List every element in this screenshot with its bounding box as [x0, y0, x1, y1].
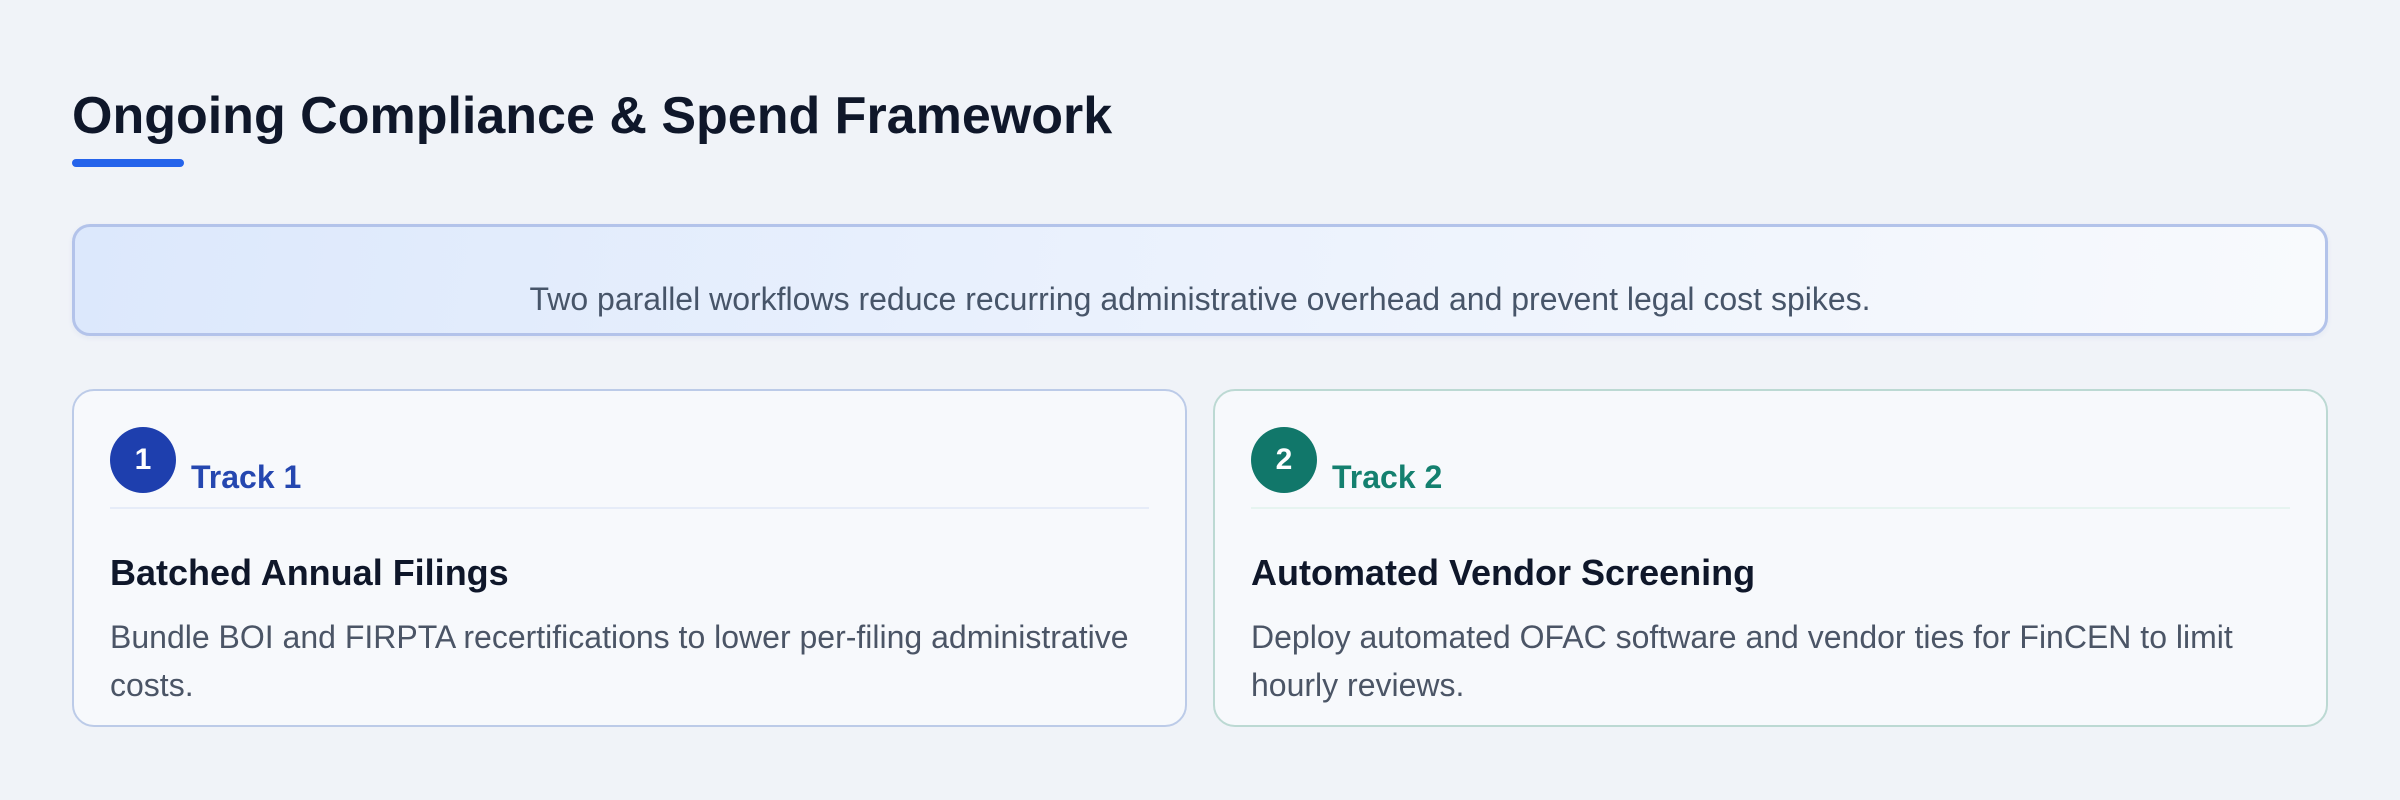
title-underline — [72, 159, 184, 167]
track-card-2: 2 Track 2 Automated Vendor Screening Dep… — [1213, 389, 2328, 727]
track-2-title: Automated Vendor Screening — [1251, 552, 1756, 593]
track-2-number-badge: 2 — [1251, 427, 1317, 493]
track-1-title: Batched Annual Filings — [110, 552, 509, 593]
track-2-divider — [1251, 507, 2290, 509]
track-1-label: Track 1 — [191, 459, 302, 495]
page-title: Ongoing Compliance & Spend Framework — [72, 87, 1113, 145]
track-1-divider — [110, 507, 1149, 509]
summary-banner-text: Two parallel workflows reduce recurring … — [529, 281, 1871, 317]
track-2-description: Deploy automated OFAC software and vendo… — [1251, 619, 2233, 703]
track-card-1: 1 Track 1 Batched Annual Filings Bundle … — [72, 389, 1187, 727]
track-1-number-badge: 1 — [110, 427, 176, 493]
track-1-description: Bundle BOI and FIRPTA recertifications t… — [110, 619, 1129, 703]
track-2-label: Track 2 — [1332, 459, 1443, 495]
summary-banner: Two parallel workflows reduce recurring … — [72, 224, 2328, 336]
